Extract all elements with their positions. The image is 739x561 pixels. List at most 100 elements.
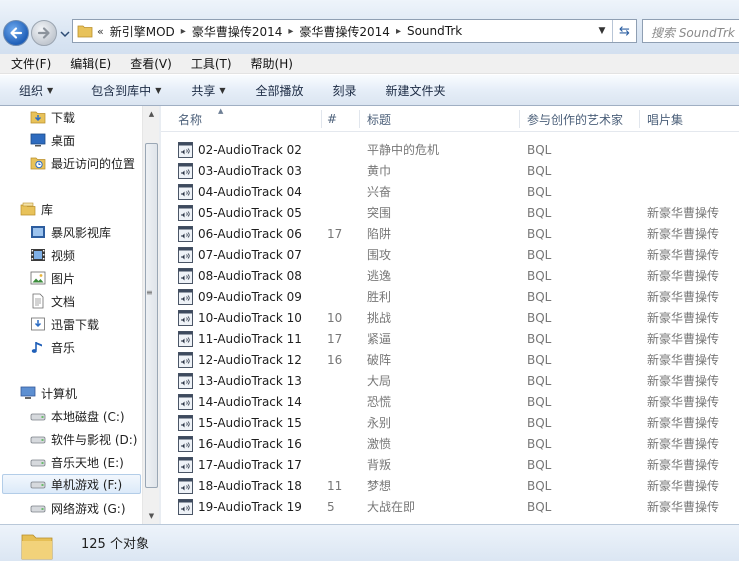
breadcrumb-item[interactable]: 豪华曹操传2014	[299, 23, 390, 40]
nav-item-videos[interactable]: 视频	[30, 245, 75, 265]
track-number	[327, 454, 357, 475]
column-header-number[interactable]: #	[327, 106, 337, 132]
address-strip: « 新引擎MOD ▸ 豪华曹操传2014 ▸ 豪华曹操传2014 ▸ Sound…	[0, 0, 739, 54]
table-row[interactable]: 18-AudioTrack 18 11 梦想 BQL 新豪华曹操传	[161, 475, 739, 496]
nav-item-downloads[interactable]: 下载	[30, 107, 75, 127]
file-name-cell[interactable]: 17-AudioTrack 17	[178, 454, 328, 475]
column-header-name[interactable]: 名称	[178, 106, 202, 132]
navigation-scrollbar[interactable]: ▲ ≡ ▼	[142, 106, 159, 524]
breadcrumb-separator-icon[interactable]: ▸	[396, 26, 401, 37]
column-divider[interactable]	[321, 110, 322, 128]
nav-item-drive-g[interactable]: 网络游戏 (G:)	[30, 498, 126, 518]
nav-item-drive-d[interactable]: 软件与影视 (D:)	[30, 429, 137, 449]
nav-item-desktop[interactable]: 桌面	[30, 130, 75, 150]
scroll-down-icon[interactable]: ▼	[143, 509, 160, 523]
menu-help[interactable]: 帮助(H)	[240, 55, 301, 72]
file-name-cell[interactable]: 12-AudioTrack 12	[178, 349, 328, 370]
table-row[interactable]: 09-AudioTrack 09 胜利 BQL 新豪华曹操传	[161, 286, 739, 307]
file-name-cell[interactable]: 13-AudioTrack 13	[178, 370, 328, 391]
nav-item-drive-e[interactable]: 音乐天地 (E:)	[30, 452, 124, 472]
table-row[interactable]: 15-AudioTrack 15 永别 BQL 新豪华曹操传	[161, 412, 739, 433]
table-row[interactable]: 11-AudioTrack 11 17 紧逼 BQL 新豪华曹操传	[161, 328, 739, 349]
table-row[interactable]: 14-AudioTrack 14 恐慌 BQL 新豪华曹操传	[161, 391, 739, 412]
nav-item-drive-f[interactable]: 单机游戏 (F:)	[2, 474, 141, 494]
share-button[interactable]: 共享 ▼	[191, 82, 225, 99]
breadcrumb-item[interactable]: 豪华曹操传2014	[192, 23, 283, 40]
file-name-cell[interactable]: 02-AudioTrack 02	[178, 139, 328, 160]
column-divider[interactable]	[639, 110, 640, 128]
table-row[interactable]: 02-AudioTrack 02 平静中的危机 BQL	[161, 139, 739, 160]
table-row[interactable]: 10-AudioTrack 10 10 挑战 BQL 新豪华曹操传	[161, 307, 739, 328]
table-row[interactable]: 13-AudioTrack 13 大局 BQL 新豪华曹操传	[161, 370, 739, 391]
breadcrumb-item[interactable]: 新引擎MOD	[110, 23, 175, 40]
file-name-cell[interactable]: 06-AudioTrack 06	[178, 223, 328, 244]
refresh-icon[interactable]: ⇆	[612, 20, 636, 42]
column-divider[interactable]	[359, 110, 360, 128]
nav-item-thunder-downloads[interactable]: 迅雷下载	[30, 314, 99, 334]
table-row[interactable]: 06-AudioTrack 06 17 陷阱 BQL 新豪华曹操传	[161, 223, 739, 244]
audio-file-icon	[178, 456, 193, 473]
table-row[interactable]: 19-AudioTrack 19 5 大战在即 BQL 新豪华曹操传	[161, 496, 739, 517]
file-name-cell[interactable]: 08-AudioTrack 08	[178, 265, 328, 286]
back-button[interactable]	[3, 20, 29, 46]
table-row[interactable]: 08-AudioTrack 08 逃逸 BQL 新豪华曹操传	[161, 265, 739, 286]
menu-edit[interactable]: 编辑(E)	[59, 55, 119, 72]
search-input[interactable]: 搜索 SoundTrk	[642, 19, 739, 43]
menu-view[interactable]: 查看(V)	[119, 55, 180, 72]
file-name-cell[interactable]: 05-AudioTrack 05	[178, 202, 328, 223]
scrollbar-thumb[interactable]	[145, 143, 158, 488]
file-name-cell[interactable]: 15-AudioTrack 15	[178, 412, 328, 433]
column-header-album[interactable]: 唱片集	[647, 106, 683, 132]
menu-file[interactable]: 文件(F)	[0, 55, 59, 72]
file-name-cell[interactable]: 03-AudioTrack 03	[178, 160, 328, 181]
breadcrumb-separator-icon[interactable]: ▸	[181, 26, 186, 37]
breadcrumb-separator-icon[interactable]: ▸	[288, 26, 293, 37]
table-row[interactable]: 12-AudioTrack 12 16 破阵 BQL 新豪华曹操传	[161, 349, 739, 370]
table-row[interactable]: 16-AudioTrack 16 激愤 BQL 新豪华曹操传	[161, 433, 739, 454]
play-all-button[interactable]: 全部播放	[256, 82, 304, 99]
forward-button[interactable]	[31, 20, 57, 46]
file-name-cell[interactable]: 19-AudioTrack 19	[178, 496, 328, 517]
column-header-artist[interactable]: 参与创作的艺术家	[527, 106, 623, 132]
column-header-title[interactable]: 标题	[367, 106, 391, 132]
organize-button[interactable]: 组织 ▼	[19, 82, 53, 99]
new-folder-button[interactable]: 新建文件夹	[386, 82, 446, 99]
table-row[interactable]: 07-AudioTrack 07 围攻 BQL 新豪华曹操传	[161, 244, 739, 265]
breadcrumb-overflow[interactable]: «	[97, 25, 104, 38]
file-name-cell[interactable]: 16-AudioTrack 16	[178, 433, 328, 454]
column-divider[interactable]	[519, 110, 520, 128]
recent-pages-chevron-icon[interactable]	[60, 30, 70, 38]
address-dropdown-icon[interactable]: ▼	[594, 20, 610, 42]
menu-tools[interactable]: 工具(T)	[180, 55, 240, 72]
table-row[interactable]: 17-AudioTrack 17 背叛 BQL 新豪华曹操传	[161, 454, 739, 475]
file-name-cell[interactable]: 09-AudioTrack 09	[178, 286, 328, 307]
nav-item-storm-library[interactable]: 暴风影视库	[30, 222, 111, 242]
nav-item-recent-places[interactable]: 最近访问的位置	[30, 153, 135, 173]
nav-item-pictures[interactable]: 图片	[30, 268, 75, 288]
file-name-cell[interactable]: 07-AudioTrack 07	[178, 244, 328, 265]
track-title: 胜利	[367, 290, 392, 304]
table-row[interactable]: 03-AudioTrack 03 黄巾 BQL	[161, 160, 739, 181]
file-name-cell[interactable]: 14-AudioTrack 14	[178, 391, 328, 412]
nav-item-libraries[interactable]: 库	[20, 199, 53, 219]
track-artist: BQL	[527, 415, 552, 430]
audio-file-icon	[178, 141, 193, 158]
table-row[interactable]: 05-AudioTrack 05 突围 BQL 新豪华曹操传	[161, 202, 739, 223]
track-number	[327, 181, 357, 202]
file-name-cell[interactable]: 11-AudioTrack 11	[178, 328, 328, 349]
table-row[interactable]: 04-AudioTrack 04 兴奋 BQL	[161, 181, 739, 202]
breadcrumb-item[interactable]: SoundTrk	[407, 24, 462, 38]
file-name-cell[interactable]: 04-AudioTrack 04	[178, 181, 328, 202]
nav-item-computer[interactable]: 计算机	[20, 383, 77, 403]
include-in-library-button[interactable]: 包含到库中 ▼	[91, 82, 161, 99]
scroll-up-icon[interactable]: ▲	[143, 107, 160, 121]
track-number: 11	[327, 478, 343, 493]
nav-item-drive-c[interactable]: 本地磁盘 (C:)	[30, 406, 125, 426]
address-bar[interactable]: « 新引擎MOD ▸ 豪华曹操传2014 ▸ 豪华曹操传2014 ▸ Sound…	[72, 19, 637, 43]
nav-item-music[interactable]: 音乐	[30, 337, 75, 357]
file-name-cell[interactable]: 18-AudioTrack 18	[178, 475, 328, 496]
file-name-cell[interactable]: 10-AudioTrack 10	[178, 307, 328, 328]
track-title: 挑战	[367, 311, 392, 325]
nav-item-documents[interactable]: 文档	[30, 291, 75, 311]
burn-button[interactable]: 刻录	[333, 82, 357, 99]
